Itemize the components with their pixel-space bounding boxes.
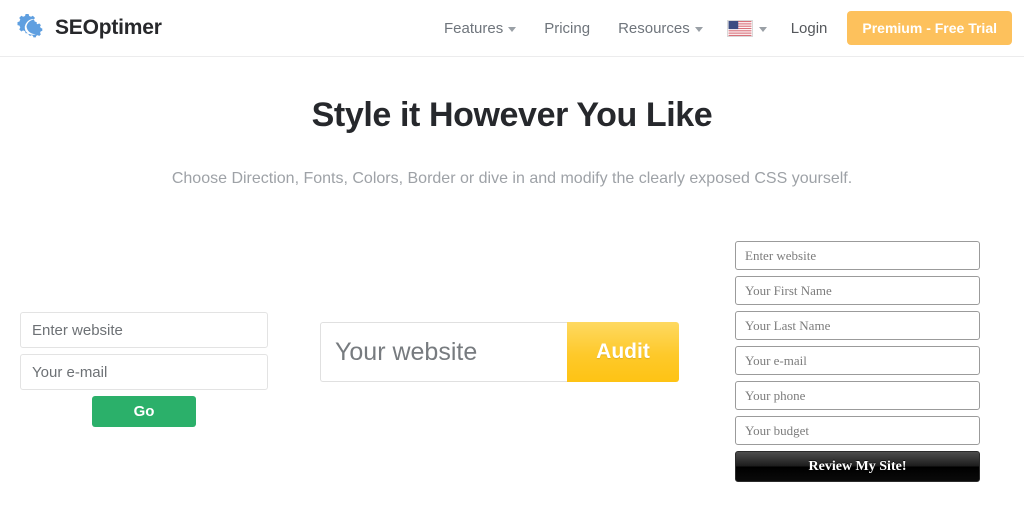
premium-free-trial-button[interactable]: Premium - Free Trial: [847, 11, 1012, 45]
right-form-last-name-input[interactable]: [735, 311, 980, 340]
audit-website-input[interactable]: [320, 322, 567, 382]
left-form-go-button[interactable]: Go: [92, 396, 196, 427]
gear-logo-icon: [14, 10, 48, 44]
main-nav: Features Pricing Resources: [430, 0, 717, 56]
right-form-phone-input[interactable]: [735, 381, 980, 410]
chevron-down-icon: [695, 27, 703, 32]
right-form-budget-input[interactable]: [735, 416, 980, 445]
nav-item-label: Resources: [618, 20, 690, 37]
logo[interactable]: SEOptimer: [14, 10, 162, 44]
nav-item-label: Pricing: [544, 20, 590, 37]
logo-text: SEOptimer: [55, 17, 162, 38]
audit-button[interactable]: Audit: [567, 322, 679, 382]
right-form-first-name-input[interactable]: [735, 276, 980, 305]
right-form-website-input[interactable]: [735, 241, 980, 270]
left-form-email-input[interactable]: [20, 354, 268, 390]
nav-item-label: Features: [444, 20, 503, 37]
right-lead-form: Review My Site!: [735, 241, 980, 482]
page-subtitle: Choose Direction, Fonts, Colors, Border …: [0, 170, 1024, 188]
page-title: Style it However You Like: [0, 96, 1024, 135]
language-selector[interactable]: [717, 20, 777, 37]
review-my-site-button[interactable]: Review My Site!: [735, 451, 980, 482]
header-right-actions: Login Premium - Free Trial: [717, 0, 1012, 56]
chevron-down-icon: [759, 27, 767, 32]
nav-item-pricing[interactable]: Pricing: [530, 20, 604, 37]
left-lead-form: Go: [20, 312, 268, 427]
login-link[interactable]: Login: [777, 20, 842, 37]
nav-item-resources[interactable]: Resources: [604, 20, 717, 37]
chevron-down-icon: [508, 27, 516, 32]
left-form-website-input[interactable]: [20, 312, 268, 348]
nav-item-features[interactable]: Features: [430, 20, 530, 37]
site-header: SEOptimer Features Pricing Resources: [0, 0, 1024, 57]
right-form-email-input[interactable]: [735, 346, 980, 375]
us-flag-icon: [727, 20, 753, 37]
audit-bar-form: Audit: [320, 322, 679, 382]
